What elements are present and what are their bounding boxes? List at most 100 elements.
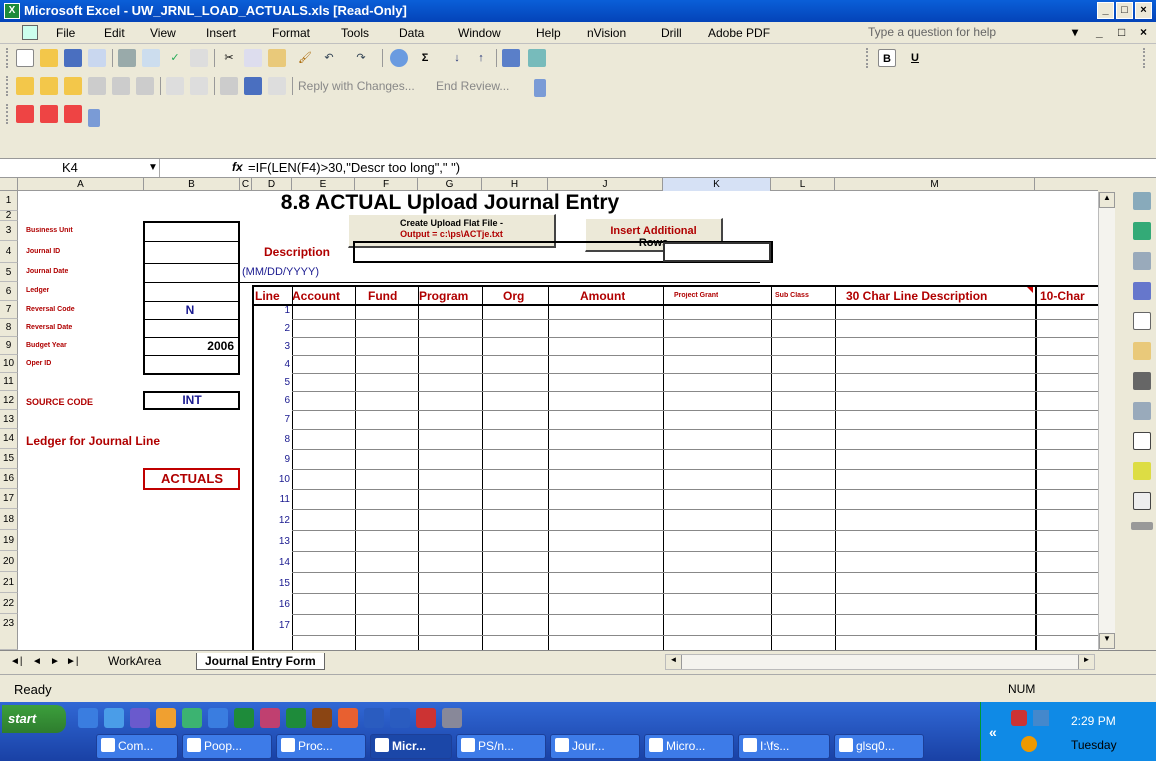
underline-button[interactable]: U (906, 49, 924, 67)
first-sheet-icon[interactable]: ◄| (10, 656, 23, 667)
print-preview-icon[interactable] (142, 49, 160, 67)
toolbar-grip[interactable] (6, 104, 9, 124)
column-header-l[interactable]: L (771, 178, 835, 191)
excel-app-icon[interactable]: X (4, 3, 20, 19)
row-header[interactable]: 23 (0, 614, 18, 650)
reversal-code-value[interactable]: N (150, 303, 230, 317)
row-header[interactable]: 21 (0, 572, 18, 593)
show-comments-icon[interactable] (112, 77, 130, 95)
comment-icon[interactable] (88, 77, 106, 95)
row-header[interactable]: 19 (0, 530, 18, 551)
column-header-a[interactable]: A (18, 178, 144, 191)
permission-icon[interactable] (88, 49, 106, 67)
folder-down-icon[interactable] (64, 77, 82, 95)
scroll-left-icon[interactable]: ◄ (666, 655, 682, 669)
side-tool-icon[interactable] (1133, 312, 1151, 330)
show-ink-icon[interactable] (166, 77, 184, 95)
redo-icon[interactable]: ↷ (352, 49, 370, 67)
help-search-input[interactable]: Type a question for help (868, 25, 1038, 41)
tab-workarea[interactable]: WorkArea (100, 653, 169, 670)
convert-to-pdf-icon[interactable] (16, 105, 34, 123)
row-header[interactable]: 18 (0, 509, 18, 530)
quicklaunch-icon[interactable] (442, 708, 462, 728)
menu-adobe-pdf[interactable]: Adobe PDF (708, 26, 770, 40)
side-toolbar-options-icon[interactable] (1131, 522, 1153, 530)
toolbar-grip[interactable] (6, 76, 9, 96)
spelling-icon[interactable]: ✓ (166, 49, 184, 67)
quicklaunch-icon[interactable] (156, 708, 176, 728)
row-header[interactable]: 20 (0, 551, 18, 572)
start-button[interactable]: start (2, 705, 66, 733)
open-icon[interactable] (40, 49, 58, 67)
toolbar-grip[interactable] (6, 48, 9, 68)
workbook-icon[interactable] (22, 25, 38, 40)
browser-icon[interactable] (104, 708, 124, 728)
name-box-dropdown-icon[interactable]: ▼ (148, 159, 158, 177)
tray-app-icon[interactable] (1011, 710, 1027, 726)
last-sheet-icon[interactable]: ►| (66, 656, 79, 667)
bold-button[interactable]: B (878, 49, 896, 67)
horizontal-scrollbar[interactable]: ◄ ► (665, 654, 1095, 670)
task-jour[interactable]: Jour... (550, 734, 640, 759)
prev-sheet-icon[interactable]: ◄ (32, 656, 42, 667)
print-icon[interactable] (118, 49, 136, 67)
next-sheet-icon[interactable]: ► (50, 656, 60, 667)
spreadsheet-grid[interactable]: A B C D E F G H J K L M 1 2 3 4 5 6 7 8 … (0, 178, 1098, 650)
workbook-close-button[interactable]: × (1140, 25, 1147, 39)
row-header[interactable]: 3 (0, 221, 18, 241)
hide-ink-icon[interactable] (190, 77, 208, 95)
budget-year-value[interactable]: 2006 (150, 339, 234, 353)
cut-icon[interactable]: ✂ (220, 49, 238, 67)
toolbar-options-icon[interactable] (1143, 48, 1146, 68)
scroll-right-icon[interactable]: ► (1078, 655, 1094, 669)
menu-help[interactable]: Help (536, 26, 561, 40)
column-header-c[interactable]: C (240, 178, 252, 191)
toolbar-options-icon[interactable] (88, 109, 100, 127)
task-ps[interactable]: PS/n... (456, 734, 546, 759)
row-header[interactable]: 17 (0, 489, 18, 509)
close-button[interactable]: × (1135, 2, 1152, 19)
paste-icon[interactable] (268, 49, 286, 67)
excel-icon[interactable] (286, 708, 306, 728)
toolbar-options-icon[interactable] (534, 79, 546, 97)
row-header[interactable]: 5 (0, 263, 18, 282)
menu-edit[interactable]: Edit (104, 26, 125, 40)
row-header[interactable]: 10 (0, 355, 18, 373)
row-header[interactable]: 2 (0, 211, 18, 221)
restore-button[interactable]: □ (1116, 2, 1133, 19)
quicklaunch-icon[interactable] (416, 708, 436, 728)
excel-icon[interactable] (234, 708, 254, 728)
row-header[interactable]: 4 (0, 241, 18, 263)
row-header[interactable]: 13 (0, 410, 18, 429)
network-icon[interactable] (1033, 710, 1049, 726)
chart-wizard-icon[interactable] (502, 49, 520, 67)
pdf-review-icon[interactable] (64, 105, 82, 123)
protect-icon[interactable] (220, 77, 238, 95)
side-tool-icon[interactable] (1133, 432, 1151, 450)
quicklaunch-icon[interactable] (338, 708, 358, 728)
share-icon[interactable] (268, 77, 286, 95)
toolbar-grip[interactable] (866, 48, 869, 68)
row-header[interactable]: 16 (0, 469, 18, 489)
menu-view[interactable]: View (150, 26, 176, 40)
outlook-icon[interactable] (208, 708, 228, 728)
row-header[interactable]: 9 (0, 337, 18, 355)
task-fs[interactable]: I:\fs... (738, 734, 830, 759)
word-icon[interactable] (390, 708, 410, 728)
autosum-icon[interactable]: Σ (416, 49, 434, 67)
folder-icon[interactable] (16, 77, 34, 95)
sort-descending-icon[interactable]: ↑ (472, 49, 490, 67)
scroll-up-icon[interactable]: ▲ (1099, 192, 1115, 208)
row-header[interactable]: 22 (0, 593, 18, 614)
menu-tools[interactable]: Tools (341, 26, 369, 40)
tray-expand-icon[interactable]: « (989, 724, 997, 740)
column-header-k[interactable]: K (663, 178, 771, 191)
source-code-value[interactable]: INT (150, 393, 234, 407)
task-poop[interactable]: Poop... (182, 734, 272, 759)
comment-indicator[interactable] (1027, 287, 1033, 293)
column-header-m[interactable]: M (835, 178, 1035, 191)
column-header-g[interactable]: G (418, 178, 482, 191)
side-tool-icon[interactable] (1133, 492, 1151, 510)
menu-format[interactable]: Format (272, 26, 310, 40)
save-icon[interactable] (64, 49, 82, 67)
